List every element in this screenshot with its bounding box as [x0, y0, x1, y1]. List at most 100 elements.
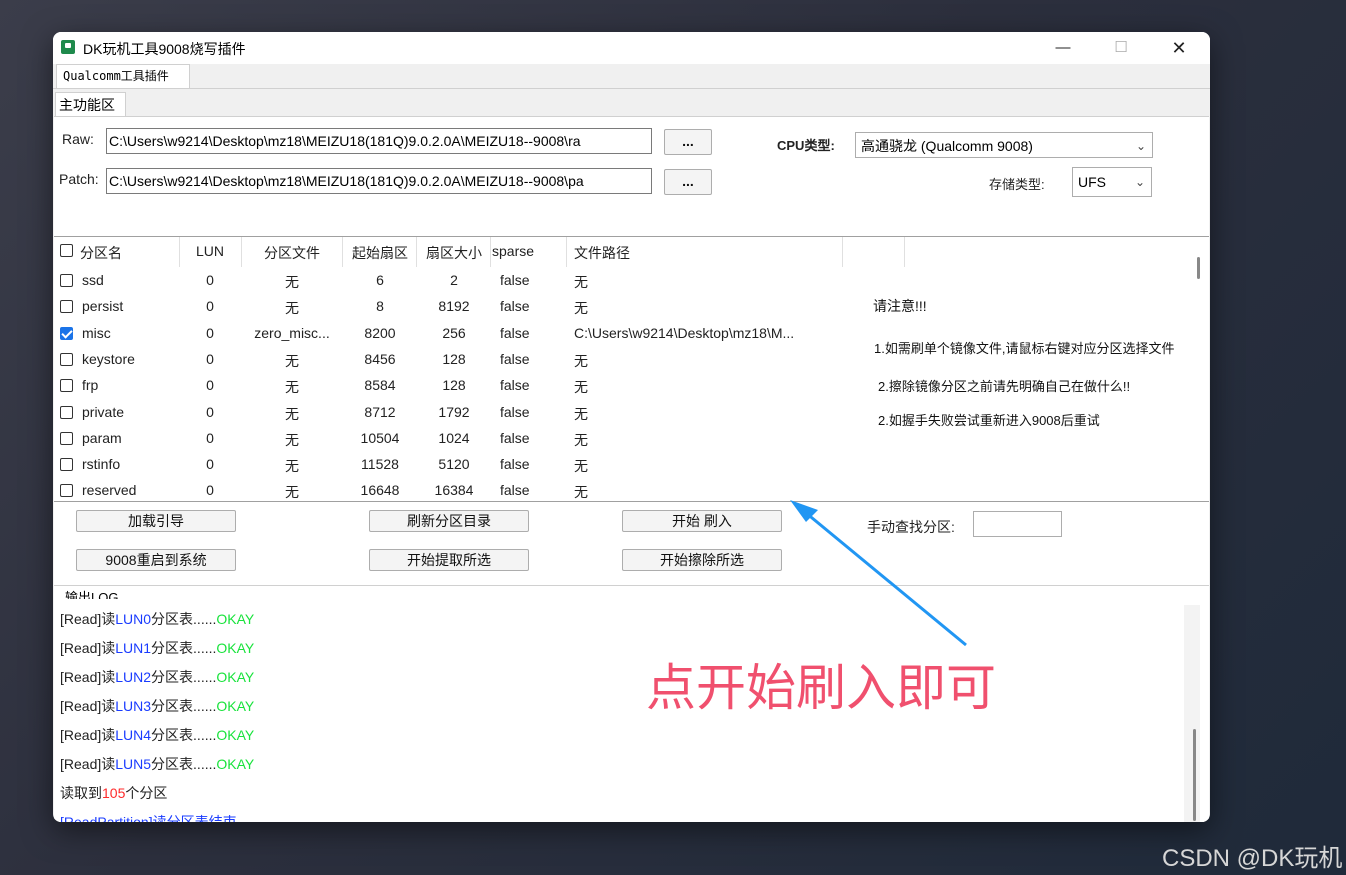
- row-checkbox[interactable]: [60, 405, 73, 419]
- table-cell-path: 无: [574, 300, 588, 317]
- patch-browse-button[interactable]: ...: [664, 169, 712, 195]
- table-cell-size: 16384: [434, 482, 474, 499]
- log-status: OKAY: [216, 698, 255, 714]
- table-cell-start: 16648: [360, 482, 400, 499]
- raw-browse-button[interactable]: ...: [664, 129, 712, 155]
- column-header[interactable]: 分区名: [80, 243, 190, 263]
- log-prefix: [Read]读: [60, 698, 116, 714]
- log-status: OKAY: [216, 640, 255, 656]
- raw-path-input[interactable]: C:\Users\w9214\Desktop\mz18\MEIZU18(181Q…: [106, 128, 652, 154]
- table-cell-lun: 0: [206, 272, 214, 288]
- table-cell-size: 8192: [438, 298, 470, 315]
- window-title: DK玩机工具9008烧写插件: [83, 41, 246, 57]
- column-header[interactable]: 扇区大小: [418, 243, 490, 263]
- search-partition-input[interactable]: [973, 511, 1062, 537]
- log-lun: LUN3: [115, 698, 152, 714]
- row-checkbox[interactable]: [60, 379, 73, 393]
- patch-path-input[interactable]: C:\Users\w9214\Desktop\mz18\MEIZU18(181Q…: [106, 168, 652, 194]
- row-checkbox[interactable]: [60, 352, 73, 366]
- column-divider: [342, 237, 343, 267]
- table-cell-sparse: false: [500, 298, 530, 315]
- table-cell-name: keystore: [82, 350, 135, 367]
- table-cell-lun: 0: [206, 429, 214, 446]
- table-cell-start: 6: [376, 272, 384, 288]
- extract-selected-button[interactable]: 开始提取所选: [369, 549, 529, 571]
- select-all-checkbox[interactable]: [60, 244, 73, 257]
- row-checkbox[interactable]: [60, 326, 73, 340]
- log-lun: LUN0: [115, 611, 152, 627]
- table-cell-sparse: false: [500, 482, 530, 499]
- storage-type-select[interactable]: UFS ⌄: [1072, 167, 1152, 197]
- row-checkbox[interactable]: [60, 458, 73, 472]
- load-boot-button[interactable]: 加载引导: [76, 510, 236, 532]
- table-cell-file: 无: [285, 300, 299, 317]
- log-status: OKAY: [216, 727, 255, 743]
- table-cell-sparse: false: [500, 456, 530, 473]
- table-cell-name: misc: [82, 324, 111, 341]
- close-button[interactable]: ✕: [1150, 32, 1208, 64]
- erase-selected-button[interactable]: 开始擦除所选: [622, 549, 782, 571]
- column-header[interactable]: LUN: [182, 243, 238, 259]
- table-cell-size: 1792: [438, 403, 470, 420]
- notice-title: 请注意!!!: [873, 298, 927, 314]
- log-count-suffix: 个分区: [125, 785, 168, 801]
- tab-main-functions[interactable]: 主功能区: [55, 92, 126, 117]
- log-mid: 分区表......: [151, 611, 217, 627]
- log-mid: 分区表......: [151, 640, 217, 656]
- log-status: OKAY: [216, 669, 255, 685]
- row-checkbox[interactable]: [60, 300, 73, 314]
- column-header[interactable]: 起始扇区: [344, 243, 416, 263]
- table-cell-name: frp: [82, 377, 99, 394]
- table-cell-lun: 0: [206, 482, 214, 499]
- search-partition-label: 手动查找分区:: [867, 519, 955, 535]
- table-cell-path: 无: [574, 431, 588, 448]
- cpu-type-select[interactable]: 高通骁龙 (Qualcomm 9008) ⌄: [855, 132, 1153, 158]
- log-prefix: [Read]读: [60, 669, 116, 685]
- cpu-type-label: CPU类型:: [777, 138, 835, 153]
- chevron-down-icon: ⌄: [1134, 175, 1145, 189]
- row-checkbox[interactable]: [60, 431, 73, 445]
- table-cell-start: 8584: [364, 377, 396, 394]
- table-cell-start: 10504: [360, 429, 400, 446]
- refresh-partitions-button[interactable]: 刷新分区目录: [369, 510, 529, 532]
- start-flash-button[interactable]: 开始 刷入: [622, 510, 782, 532]
- row-checkbox[interactable]: [60, 484, 73, 498]
- annotation-text: 点开始刷入即可: [646, 659, 996, 717]
- log-scrollbar-track[interactable]: [1184, 605, 1200, 822]
- log-status: OKAY: [216, 756, 255, 772]
- log-prefix: [Read]读: [60, 611, 116, 627]
- column-header[interactable]: sparse: [492, 243, 566, 259]
- table-cell-lun: 0: [206, 298, 214, 315]
- table-cell-sparse: false: [500, 429, 530, 446]
- column-divider: [490, 237, 491, 267]
- table-cell-start: 8: [376, 298, 384, 315]
- log-end-line: [ReadPartition]读分区表结束: [60, 814, 237, 822]
- column-header[interactable]: 分区文件: [242, 243, 342, 263]
- tab-divider: [53, 88, 1210, 89]
- table-cell-file: 无: [285, 274, 299, 290]
- main-panel: Raw: C:\Users\w9214\Desktop\mz18\MEIZU18…: [54, 116, 1209, 822]
- partition-table: 分区名 LUN 分区文件 起始扇区 扇区大小 sparse 文件路径 ssd 0 无 6 2 fals…: [54, 236, 1209, 502]
- log-scrollbar-thumb[interactable]: [1193, 729, 1196, 821]
- reboot-system-button[interactable]: 9008重启到系统: [76, 549, 236, 571]
- maximize-button[interactable]: ☐: [1092, 32, 1150, 64]
- table-cell-sparse: false: [500, 324, 530, 341]
- log-lun: LUN2: [115, 669, 152, 685]
- log-line: [Read]读LUN5分区表......OKAY: [60, 754, 254, 774]
- table-cell-sparse: false: [500, 377, 530, 394]
- table-cell-size: 128: [442, 377, 466, 394]
- tab-qualcomm-plugin[interactable]: Qualcomm工具插件: [56, 64, 190, 88]
- log-prefix: [Read]读: [60, 756, 116, 772]
- table-cell-lun: 0: [206, 324, 214, 341]
- column-header[interactable]: 文件路径: [574, 243, 844, 263]
- table-scrollbar[interactable]: [1197, 257, 1200, 279]
- log-count-value: 105: [102, 785, 126, 801]
- column-divider: [566, 237, 567, 267]
- table-cell-name: private: [82, 403, 125, 420]
- table-cell-size: 2: [450, 272, 458, 288]
- log-line: [Read]读LUN2分区表......OKAY: [60, 667, 254, 687]
- minimize-button[interactable]: —: [1034, 32, 1092, 64]
- table-cell-path: 无: [574, 379, 588, 396]
- row-checkbox[interactable]: [60, 274, 73, 287]
- log-mid: 分区表......: [151, 669, 217, 685]
